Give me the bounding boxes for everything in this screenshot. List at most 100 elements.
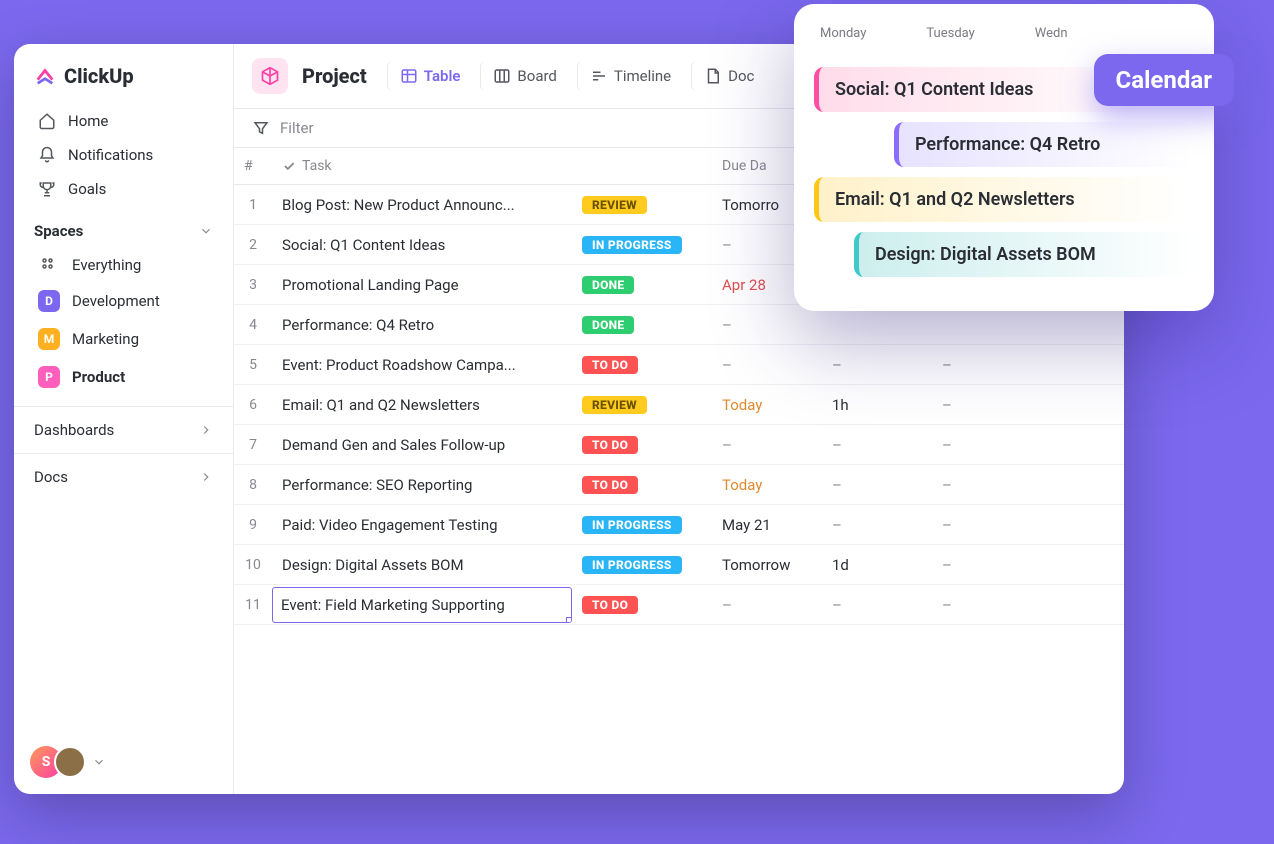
task-name[interactable]: Event: Product Roadshow Campa...	[272, 346, 572, 384]
sidebar-space-product[interactable]: PProduct	[26, 358, 221, 396]
task-due[interactable]: Today	[712, 466, 822, 504]
task-due[interactable]: –	[712, 346, 822, 384]
tab-doc-label: Doc	[728, 67, 754, 85]
space-name: Development	[72, 292, 160, 310]
table-row[interactable]: 6 Email: Q1 and Q2 Newsletters REVIEW To…	[234, 385, 1124, 425]
task-name[interactable]: Event: Field Marketing Supporting	[272, 587, 572, 623]
tab-board[interactable]: Board	[480, 61, 568, 91]
project-icon	[252, 58, 288, 94]
sidebar-space-development[interactable]: DDevelopment	[26, 282, 221, 320]
table-row[interactable]: 8 Performance: SEO Reporting TO DO Today…	[234, 465, 1124, 505]
task-col2[interactable]: –	[932, 586, 1042, 624]
nav-home[interactable]: Home	[26, 104, 221, 138]
table-row[interactable]: 11 Event: Field Marketing Supporting TO …	[234, 585, 1124, 625]
row-index: 8	[234, 467, 272, 503]
col-status[interactable]	[572, 156, 712, 176]
task-status[interactable]: TO DO	[572, 465, 712, 504]
chevron-down-icon[interactable]	[92, 755, 106, 769]
task-col1[interactable]: –	[822, 466, 932, 504]
spaces-header-label: Spaces	[34, 222, 83, 240]
space-badge-icon: P	[38, 366, 60, 388]
row-index: 1	[234, 187, 272, 223]
avatar-user-2[interactable]	[54, 746, 86, 778]
table-row[interactable]: 4 Performance: Q4 Retro DONE –	[234, 305, 1124, 345]
board-icon	[493, 67, 511, 85]
row-index: 2	[234, 227, 272, 263]
task-name[interactable]: Email: Q1 and Q2 Newsletters	[272, 386, 572, 424]
task-name[interactable]: Performance: SEO Reporting	[272, 466, 572, 504]
timeline-icon	[590, 67, 608, 85]
col-index[interactable]: #	[234, 148, 272, 184]
task-col2[interactable]: –	[932, 546, 1042, 584]
task-status[interactable]: TO DO	[572, 585, 712, 624]
row-index: 3	[234, 267, 272, 303]
table-row[interactable]: 10 Design: Digital Assets BOM IN PROGRES…	[234, 545, 1124, 585]
task-status[interactable]: TO DO	[572, 425, 712, 464]
filter-button[interactable]: Filter	[252, 119, 314, 137]
task-col2[interactable]: –	[932, 506, 1042, 544]
task-name[interactable]: Paid: Video Engagement Testing	[272, 506, 572, 544]
task-due[interactable]: –	[712, 586, 822, 624]
calendar-event[interactable]: Design: Digital Assets BOM	[854, 232, 1194, 277]
task-due[interactable]: May 21	[712, 506, 822, 544]
calendar-event[interactable]: Performance: Q4 Retro	[894, 122, 1194, 167]
nav-main: Home Notifications Goals	[14, 104, 233, 206]
table-row[interactable]: 5 Event: Product Roadshow Campa... TO DO…	[234, 345, 1124, 385]
task-status[interactable]: TO DO	[572, 345, 712, 384]
task-status[interactable]: REVIEW	[572, 185, 712, 224]
link-docs[interactable]: Docs	[14, 453, 233, 500]
task-name[interactable]: Promotional Landing Page	[272, 266, 572, 304]
link-docs-label: Docs	[34, 468, 68, 486]
task-status[interactable]: IN PROGRESS	[572, 505, 712, 544]
task-col2[interactable]: –	[932, 466, 1042, 504]
task-col1[interactable]: 1d	[822, 546, 932, 584]
task-col1[interactable]: –	[822, 506, 932, 544]
task-name[interactable]: Social: Q1 Content Ideas	[272, 226, 572, 264]
task-name[interactable]: Design: Digital Assets BOM	[272, 546, 572, 584]
task-due[interactable]: Today	[712, 386, 822, 424]
space-badge-icon: M	[38, 328, 60, 350]
task-name[interactable]: Demand Gen and Sales Follow-up	[272, 426, 572, 464]
nav-goals[interactable]: Goals	[26, 172, 221, 206]
task-due[interactable]: –	[712, 306, 822, 344]
task-status[interactable]: DONE	[572, 305, 712, 344]
task-col2[interactable]: –	[932, 346, 1042, 384]
spaces-header[interactable]: Spaces	[14, 206, 233, 248]
task-col2[interactable]	[932, 315, 1042, 335]
task-col1[interactable]: –	[822, 346, 932, 384]
space-everything[interactable]: Everything	[26, 248, 221, 282]
task-status[interactable]: IN PROGRESS	[572, 545, 712, 584]
tab-table[interactable]: Table	[387, 61, 473, 91]
task-name[interactable]: Blog Post: New Product Announc...	[272, 186, 572, 224]
calendar-badge[interactable]: Calendar	[1094, 54, 1234, 106]
nav-notifications-label: Notifications	[68, 146, 153, 164]
col-task[interactable]: Task	[272, 148, 572, 184]
calendar-days-header: Monday Tuesday Wedn	[814, 22, 1194, 57]
doc-icon	[704, 67, 722, 85]
link-dashboards[interactable]: Dashboards	[14, 406, 233, 453]
task-due[interactable]: –	[712, 426, 822, 464]
nav-notifications[interactable]: Notifications	[26, 138, 221, 172]
task-col1[interactable]: –	[822, 586, 932, 624]
table-row[interactable]: 7 Demand Gen and Sales Follow-up TO DO –…	[234, 425, 1124, 465]
task-name[interactable]: Performance: Q4 Retro	[272, 306, 572, 344]
task-status[interactable]: IN PROGRESS	[572, 225, 712, 264]
chevron-right-icon	[199, 470, 213, 484]
table-row[interactable]: 9 Paid: Video Engagement Testing IN PROG…	[234, 505, 1124, 545]
cal-day-tue: Tuesday	[926, 26, 974, 41]
clickup-logo-icon	[34, 65, 56, 87]
task-col2[interactable]: –	[932, 386, 1042, 424]
calendar-event[interactable]: Email: Q1 and Q2 Newsletters	[814, 177, 1184, 222]
task-status[interactable]: DONE	[572, 265, 712, 304]
task-col1[interactable]: –	[822, 426, 932, 464]
task-due[interactable]: Tomorrow	[712, 546, 822, 584]
sidebar-space-marketing[interactable]: MMarketing	[26, 320, 221, 358]
tab-timeline[interactable]: Timeline	[577, 61, 683, 91]
spaces-list: Everything DDevelopmentMMarketingPProduc…	[14, 248, 233, 396]
task-col1[interactable]: 1h	[822, 386, 932, 424]
task-col1[interactable]	[822, 315, 932, 335]
task-status[interactable]: REVIEW	[572, 385, 712, 424]
task-col2[interactable]: –	[932, 426, 1042, 464]
tab-doc[interactable]: Doc	[691, 61, 766, 91]
brand-logo[interactable]: ClickUp	[14, 44, 233, 104]
